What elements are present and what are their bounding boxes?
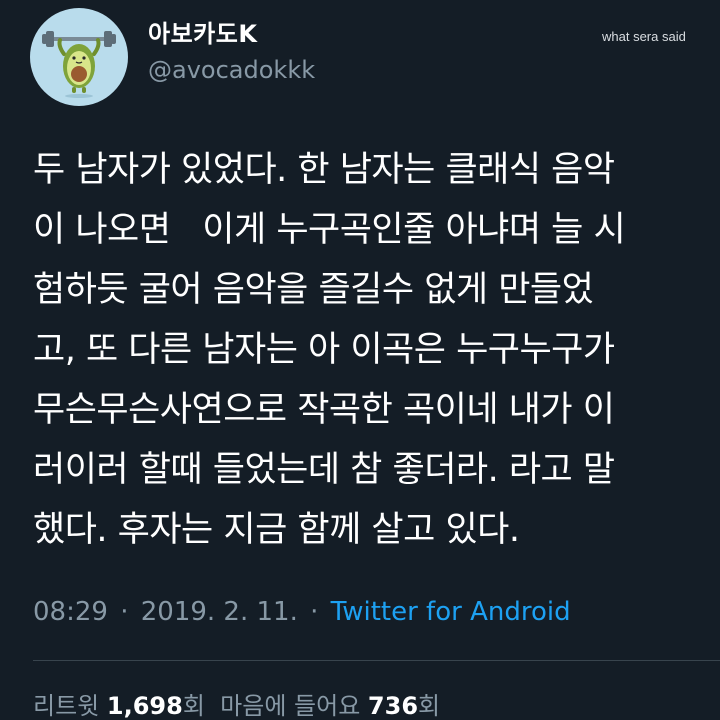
likes-label: 마음에 들어요: [220, 692, 361, 720]
likes-stat[interactable]: 마음에 들어요 736회: [220, 692, 440, 720]
avocado-mascot-icon: [42, 31, 116, 98]
tweet-text-line: 고, 또 다른 남자는 아 이곡은 누구누구가: [33, 330, 615, 370]
tweet-text-line: 두 남자가 있었다. 한 남자는 클래식 음악: [33, 150, 615, 190]
likes-unit: 회: [418, 692, 441, 720]
author-handle[interactable]: @avocadokkk: [148, 56, 315, 84]
tweet-time[interactable]: 08:29: [33, 597, 108, 627]
retweets-label: 리트윗: [33, 692, 100, 720]
watermark-text: what sera said: [602, 29, 686, 44]
avatar[interactable]: [30, 8, 128, 106]
tweet-text: 두 남자가 있었다. 한 남자는 클래식 음악 이 나오면 이게 누구곡인줄 아…: [33, 140, 705, 560]
tweet-meta: 08:29 · 2019. 2. 11. · Twitter for Andro…: [33, 597, 571, 627]
likes-count: 736: [367, 692, 419, 720]
tweet-text-line: 했다. 후자는 지금 함께 살고 있다.: [33, 510, 520, 550]
tweet-text-line: 험하듯 굴어 음악을 즐길수 없게 만들었: [33, 270, 594, 310]
meta-separator: ·: [310, 597, 319, 627]
retweets-stat[interactable]: 리트윗 1,698회: [33, 692, 205, 720]
tweet-source-link[interactable]: Twitter for Android: [331, 597, 571, 627]
tweet-text-line: 무슨무슨사연으로 작곡한 곡이네 내가 이: [33, 390, 615, 430]
retweets-unit: 회: [182, 692, 205, 720]
tweet-text-line: 이 나오면 이게 누구곡인줄 아냐며 늘 시: [33, 210, 626, 250]
tweet-text-line: 러이러 할때 들었는데 참 좋더라. 라고 말: [33, 450, 615, 490]
meta-separator: ·: [120, 597, 129, 627]
retweets-count: 1,698: [106, 692, 183, 720]
engagement-stats: 리트윗 1,698회 마음에 들어요 736회: [33, 686, 440, 720]
tweet-date[interactable]: 2019. 2. 11.: [141, 597, 298, 627]
divider: [33, 660, 720, 661]
tweet-detail-page: 아보카도K @avocadokkk what sera said 두 남자가 있…: [0, 0, 720, 720]
author-display-name[interactable]: 아보카도K: [148, 14, 257, 49]
